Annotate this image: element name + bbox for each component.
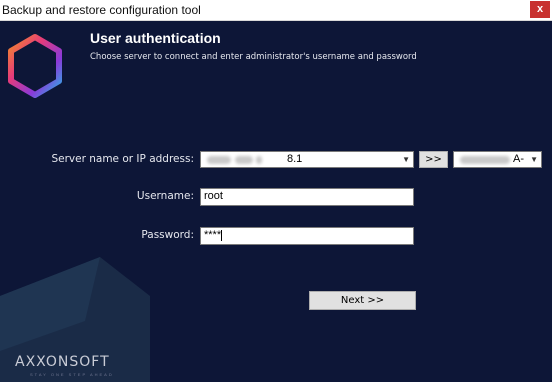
hexagon-logo-icon xyxy=(8,34,62,98)
next-button[interactable]: Next >> xyxy=(309,291,416,310)
title-bar: Backup and restore configuration tool x xyxy=(0,0,552,21)
node-value: A- xyxy=(513,153,524,165)
server-redacted-part xyxy=(207,156,231,164)
password-field[interactable]: **** xyxy=(200,227,414,245)
app-window: Backup and restore configuration tool x … xyxy=(0,0,552,382)
server-select[interactable]: 8.1 ▼ xyxy=(200,151,414,168)
chevron-down-icon: ▼ xyxy=(402,155,410,164)
browse-servers-button[interactable]: >> xyxy=(419,151,448,168)
password-label: Password: xyxy=(141,229,194,241)
window-title: Backup and restore configuration tool xyxy=(2,3,201,17)
server-redacted-part xyxy=(235,156,253,164)
password-mask: **** xyxy=(204,229,222,241)
close-button[interactable]: x xyxy=(530,1,550,18)
page-title: User authentication xyxy=(90,30,221,46)
username-field[interactable]: root xyxy=(200,188,414,206)
page-subtitle: Choose server to connect and enter admin… xyxy=(90,52,417,62)
node-redacted-part xyxy=(460,156,510,164)
server-redacted-part xyxy=(256,156,262,164)
chevron-down-icon: ▼ xyxy=(530,155,538,164)
main-panel: User authentication Choose server to con… xyxy=(0,21,552,382)
server-label: Server name or IP address: xyxy=(51,153,194,165)
server-value: 8.1 xyxy=(287,153,303,165)
brand-logo: AXXONSOFT xyxy=(15,354,110,370)
node-select[interactable]: A- ▼ xyxy=(453,151,542,168)
username-label: Username: xyxy=(136,190,194,202)
text-cursor xyxy=(221,229,223,241)
brand-tagline: STAY ONE STEP AHEAD xyxy=(30,372,114,377)
